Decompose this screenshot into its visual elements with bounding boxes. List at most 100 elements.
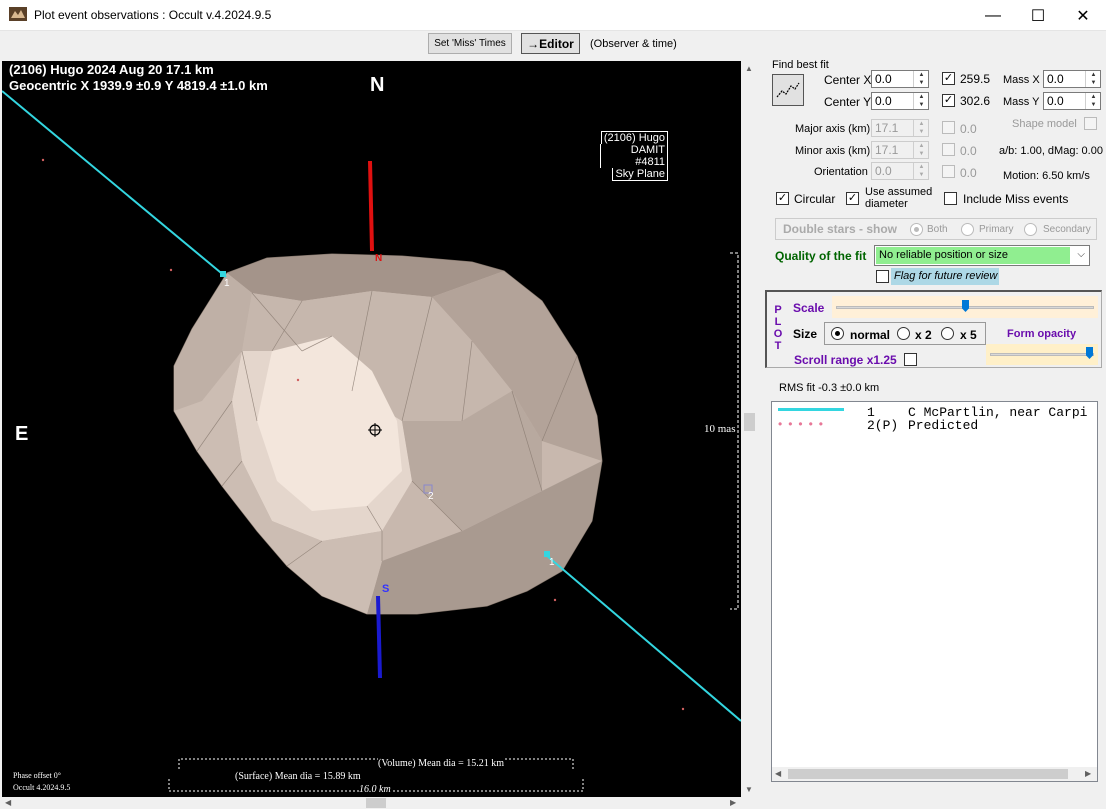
- double-both-radio[interactable]: [910, 223, 923, 236]
- plot-vertical-label: P L O T: [772, 304, 784, 352]
- use-assumed-line1: Use assumed: [865, 186, 933, 198]
- scroll-up-icon[interactable]: ▲: [745, 64, 753, 73]
- occult-app-icon: [9, 7, 27, 21]
- scroll-right-icon[interactable]: ▶: [730, 798, 736, 807]
- shape-model-checkbox[interactable]: [1084, 117, 1097, 130]
- horizontal-scroll-thumb[interactable]: [366, 798, 386, 808]
- spin-down-icon[interactable]: ▼: [914, 150, 929, 158]
- quality-select[interactable]: No reliable position or size ⌵: [874, 245, 1090, 266]
- plot-horizontal-scrollbar[interactable]: ◀ ▶: [2, 797, 741, 809]
- center-y-input[interactable]: 0.0 ▲ ▼: [871, 92, 929, 110]
- plot-area[interactable]: 1 1 2 N S (2106) Hugo 2024 Aug 20 17.1 k…: [2, 61, 741, 797]
- minor-axis-delta: 0.0: [960, 144, 977, 158]
- legend-row-2-text: Predicted: [908, 418, 979, 433]
- circular-checkbox[interactable]: ✓: [776, 192, 789, 205]
- legend-line-chord: [778, 408, 844, 411]
- plot-letter-l: L: [774, 316, 782, 328]
- spin-down-icon[interactable]: ▼: [914, 128, 929, 136]
- model-name: (2106) Hugo: [600, 131, 668, 144]
- angle1-checkbox[interactable]: ✓: [942, 72, 955, 85]
- size-normal-label: normal: [850, 328, 891, 342]
- shape-model-label: Shape model: [1012, 118, 1077, 130]
- scroll-left-icon[interactable]: ◀: [775, 769, 781, 778]
- major-axis-checkbox[interactable]: [942, 121, 955, 134]
- circular-label: Circular: [794, 192, 836, 206]
- find-best-fit-button[interactable]: [772, 74, 804, 106]
- center-x-value: 0.0: [875, 72, 892, 86]
- size-normal-radio[interactable]: [831, 327, 844, 340]
- angle2-value: 302.6: [960, 94, 991, 108]
- major-axis-label: Major axis (km): [795, 123, 871, 135]
- spin-up-icon[interactable]: ▲: [1086, 93, 1101, 101]
- east-label: E: [15, 423, 29, 445]
- flag-review-checkbox[interactable]: [876, 270, 889, 283]
- size-x2-radio[interactable]: [897, 327, 910, 340]
- center-x-input[interactable]: 0.0 ▲ ▼: [871, 70, 929, 88]
- spin-up-icon[interactable]: ▲: [914, 120, 929, 128]
- maximize-button[interactable]: ☐: [1015, 0, 1061, 31]
- size-label: Size: [793, 327, 818, 341]
- spin-up-icon[interactable]: ▲: [914, 142, 929, 150]
- scroll-down-icon[interactable]: ▼: [745, 785, 753, 794]
- spin-down-icon[interactable]: ▼: [914, 79, 929, 87]
- spin-down-icon[interactable]: ▼: [1086, 79, 1101, 87]
- scroll-right-icon[interactable]: ▶: [1085, 769, 1091, 778]
- include-miss-checkbox[interactable]: [944, 192, 957, 205]
- scale-label: 10 mas: [704, 423, 736, 435]
- form-opacity-label: Form opacity: [1007, 328, 1077, 340]
- form-opacity-slider[interactable]: [986, 344, 1098, 365]
- size-x5-radio[interactable]: [941, 327, 954, 340]
- minor-axis-input[interactable]: 17.1 ▲ ▼: [871, 141, 929, 159]
- quality-selected-value: No reliable position or size: [876, 247, 1070, 264]
- angle2-checkbox[interactable]: ✓: [942, 94, 955, 107]
- use-assumed-line2: diameter: [865, 198, 908, 210]
- spin-down-icon[interactable]: ▼: [914, 171, 929, 179]
- spin-up-icon[interactable]: ▲: [1086, 71, 1101, 79]
- form-opacity-thumb[interactable]: [1086, 347, 1093, 359]
- double-secondary-radio[interactable]: [1024, 223, 1037, 236]
- plot-letter-o: O: [773, 328, 783, 340]
- observer-legend-list[interactable]: 1 C McPartlin, near Carpi ••••• 2(P) Pre…: [771, 401, 1098, 782]
- editor-button[interactable]: →Editor: [521, 33, 580, 54]
- size-x2-label: x 2: [915, 328, 932, 342]
- plot-vertical-scrollbar[interactable]: ▲ ▼: [742, 61, 757, 797]
- mass-x-label: Mass X: [1003, 74, 1040, 86]
- orientation-checkbox[interactable]: [942, 165, 955, 178]
- model-plane: Sky Plane: [612, 168, 668, 181]
- major-axis-input[interactable]: 17.1 ▲ ▼: [871, 119, 929, 137]
- set-miss-times-button[interactable]: Set 'Miss' Times: [428, 33, 512, 54]
- scale-slider[interactable]: [832, 296, 1098, 318]
- find-best-fit-label: Find best fit: [772, 59, 829, 71]
- vertical-scroll-thumb[interactable]: [744, 413, 755, 431]
- spin-down-icon[interactable]: ▼: [1086, 101, 1101, 109]
- close-button[interactable]: ✕: [1060, 0, 1106, 31]
- spin-up-icon[interactable]: ▲: [914, 163, 929, 171]
- double-primary-radio[interactable]: [961, 223, 974, 236]
- plot-header-line1: (2106) Hugo 2024 Aug 20 17.1 km: [9, 62, 214, 77]
- minimize-button[interactable]: —: [970, 0, 1016, 31]
- major-axis-value: 17.1: [875, 121, 899, 135]
- use-assumed-diameter-checkbox[interactable]: ✓: [846, 192, 859, 205]
- orientation-label: Orientation: [814, 166, 868, 178]
- orientation-delta: 0.0: [960, 166, 977, 180]
- major-axis-delta: 0.0: [960, 122, 977, 136]
- scroll-range-checkbox[interactable]: [904, 353, 917, 366]
- double-stars-group: Double stars - show Both Primary Seconda…: [775, 218, 1097, 240]
- scale-label: Scale: [793, 301, 825, 315]
- scale-slider-thumb[interactable]: [962, 300, 969, 312]
- ab-dmag-label: a/b: 1.00, dMag: 0.00: [999, 145, 1103, 157]
- model-info: (2106) Hugo DAMIT #4811 Sky Plane: [600, 131, 668, 181]
- legend-horizontal-scrollbar[interactable]: ◀ ▶: [772, 767, 1097, 781]
- spin-up-icon[interactable]: ▲: [914, 93, 929, 101]
- legend-scroll-thumb[interactable]: [788, 769, 1068, 779]
- fit-curve-icon: [776, 82, 800, 98]
- minor-axis-checkbox[interactable]: [942, 143, 955, 156]
- title-bar: Plot event observations : Occult v.4.202…: [0, 0, 1106, 31]
- spin-down-icon[interactable]: ▼: [914, 101, 929, 109]
- scroll-left-icon[interactable]: ◀: [5, 798, 11, 807]
- orientation-input[interactable]: 0.0 ▲ ▼: [871, 162, 929, 180]
- mass-x-input[interactable]: 0.0 ▲ ▼: [1043, 70, 1101, 88]
- spin-up-icon[interactable]: ▲: [914, 71, 929, 79]
- mass-y-input[interactable]: 0.0 ▲ ▼: [1043, 92, 1101, 110]
- chevron-down-icon[interactable]: ⌵: [1077, 249, 1085, 260]
